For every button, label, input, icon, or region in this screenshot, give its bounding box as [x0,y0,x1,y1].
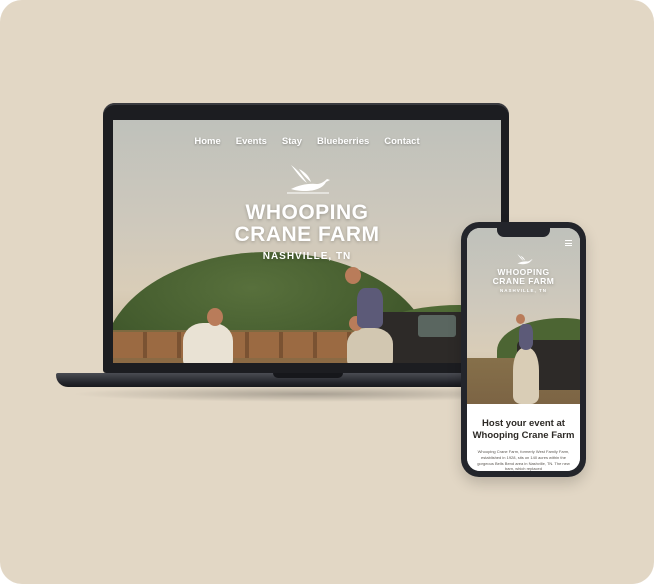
phone-screen: WHOOPING CRANE FARM NASHVILLE, TN Host y… [467,228,580,471]
site-logo-line2[interactable]: CRANE FARM [113,224,501,245]
nav-contact[interactable]: Contact [384,136,419,147]
phone-crane-bird-icon[interactable] [515,253,533,266]
event-body-text: Whooping Crane Farm, formerly West Famil… [477,449,570,471]
phone-child-head [516,314,525,324]
person-left [183,323,233,363]
phone-child [519,324,533,350]
site-logo-line1[interactable]: WHOOPING [113,202,501,223]
crane-bird-icon[interactable] [285,163,331,195]
laptop-notch [273,373,343,378]
main-nav: Home Events Stay Blueberries Contact [113,136,501,147]
phone-hero-photo: WHOOPING CRANE FARM NASHVILLE, TN [467,228,580,404]
phone-logo-line2[interactable]: CRANE FARM [467,277,580,286]
laptop-screen: Home Events Stay Blueberries Contact WHO… [113,120,501,363]
phone-location: NASHVILLE, TN [499,288,547,293]
event-heading-line2: Whooping Crane Farm [472,430,575,442]
event-heading: Host your event at Whooping Crane Farm [467,418,580,443]
nav-blueberries[interactable]: Blueberries [317,136,369,147]
phone-person [513,348,539,404]
mockup-card: Home Events Stay Blueberries Contact WHO… [0,0,654,584]
site-location: NASHVILLE, TN [262,251,352,262]
nav-home[interactable]: Home [194,136,220,147]
fence-shape [113,332,353,358]
person-right [347,328,393,363]
nav-events[interactable]: Events [236,136,267,147]
event-heading-line1: Host your event at [482,418,565,429]
child-head [345,267,361,284]
child-shape [357,288,383,328]
truck-window [418,315,456,337]
phone-content: Host your event at Whooping Crane Farm W… [467,404,580,471]
person-left-head [207,308,223,326]
nav-stay[interactable]: Stay [282,136,302,147]
hamburger-menu-icon[interactable] [565,240,572,248]
phone-dynamic-island [497,228,550,237]
